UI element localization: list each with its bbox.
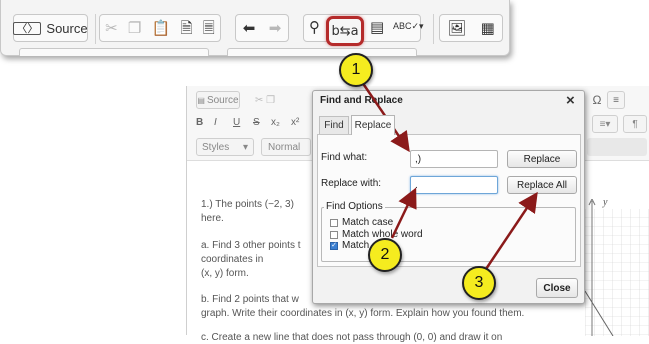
arrow-2 [390, 187, 417, 239]
callout-2: 2 [368, 238, 402, 272]
annotation-arrows [360, 81, 538, 273]
tab-replace[interactable]: Replace [351, 115, 395, 135]
callout-1: 1 [339, 53, 373, 87]
callout-3: 3 [462, 266, 496, 300]
arrow-3 [482, 191, 538, 273]
